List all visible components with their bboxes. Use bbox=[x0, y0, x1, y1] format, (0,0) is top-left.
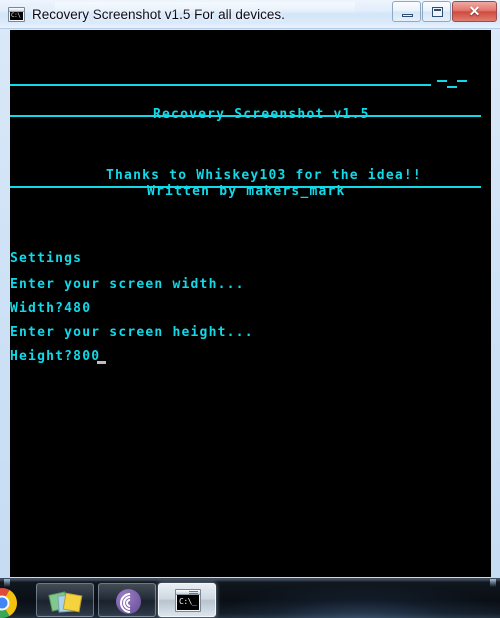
close-button[interactable]: ✕ bbox=[452, 1, 497, 22]
console-icon bbox=[8, 7, 25, 22]
separator-line-middle bbox=[10, 115, 481, 117]
bittorrent-icon bbox=[116, 589, 141, 614]
console-icon-screen bbox=[10, 11, 23, 20]
height-prompt-text: Enter your screen height... bbox=[10, 325, 254, 340]
application-window: Recovery Screenshot v1.5 For all devices… bbox=[0, 0, 500, 578]
taskbar-item-chrome[interactable] bbox=[0, 588, 17, 618]
cmd-icon-prompt-text: C:\_ bbox=[179, 597, 197, 606]
height-answer-line: Height?800 bbox=[10, 349, 101, 364]
taskbar-item-sticky-notes[interactable] bbox=[36, 583, 94, 617]
minimize-button[interactable] bbox=[392, 1, 421, 22]
separator-dash-c bbox=[447, 86, 457, 88]
width-answer-line: Width?480 bbox=[10, 301, 92, 316]
taskbar-item-bittorrent[interactable] bbox=[98, 583, 156, 617]
minimize-icon bbox=[402, 14, 413, 17]
window-titlebar[interactable]: Recovery Screenshot v1.5 For all devices… bbox=[0, 0, 500, 29]
separator-dash-b bbox=[457, 80, 467, 82]
close-icon: ✕ bbox=[468, 3, 481, 19]
text-cursor bbox=[97, 361, 106, 364]
cmd-icon-screen: C:\_ bbox=[177, 595, 199, 610]
separator-line-top bbox=[10, 84, 431, 86]
command-prompt-icon: C:\_ bbox=[175, 589, 201, 612]
banner-thanks: Thanks to Whiskey103 for the idea!! bbox=[106, 168, 422, 183]
windows-taskbar: C:\_ bbox=[0, 578, 500, 618]
settings-heading: Settings bbox=[10, 251, 83, 266]
separator-line-bottom bbox=[10, 186, 481, 188]
window-title: Recovery Screenshot v1.5 For all devices… bbox=[32, 7, 285, 22]
restore-button[interactable] bbox=[422, 1, 451, 22]
note-yellow bbox=[62, 592, 83, 613]
window-controls: ✕ bbox=[391, 1, 497, 22]
window-edge-left bbox=[4, 579, 10, 587]
separator-dash-a bbox=[437, 80, 447, 82]
sticky-notes-icon bbox=[48, 591, 84, 613]
taskbar-item-command-prompt[interactable]: C:\_ bbox=[158, 583, 216, 617]
window-edge-right bbox=[490, 579, 496, 587]
restore-icon bbox=[432, 7, 443, 17]
width-prompt-text: Enter your screen width... bbox=[10, 277, 245, 292]
console-output-area[interactable]: Recovery Screenshot v1.5 Thanks to Whisk… bbox=[10, 30, 491, 577]
